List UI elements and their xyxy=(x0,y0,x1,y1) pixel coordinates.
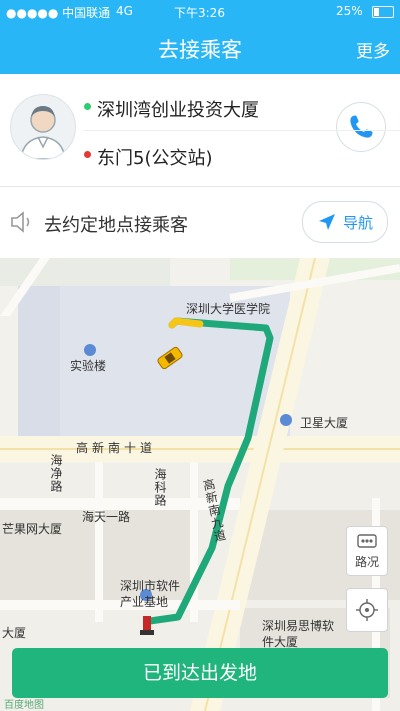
navigate-button[interactable]: 导航 xyxy=(302,201,388,243)
pickup-dot xyxy=(84,103,91,110)
traffic-label: 路况 xyxy=(355,555,380,569)
phone-icon xyxy=(350,115,373,138)
dropoff-address: 东门5(公交站) xyxy=(97,148,213,169)
navigation-arrow-icon xyxy=(319,214,335,230)
navigate-label: 导航 xyxy=(343,214,374,232)
call-button[interactable] xyxy=(336,102,386,152)
map-label-haike-road: 海科路 xyxy=(153,468,167,507)
battery-percent: 25% xyxy=(336,4,363,18)
dropoff-dot xyxy=(84,151,91,158)
instruction-row: 去约定地点接乘客 导航 xyxy=(0,187,400,257)
map-label-lab-building: 实验楼 xyxy=(70,359,107,373)
map-label-yisi-building: 深圳易思博软件大厦 xyxy=(262,619,335,649)
trip-card: 深圳湾创业投资大厦 东门5(公交站) xyxy=(0,74,400,187)
locate-icon xyxy=(356,599,378,621)
divider xyxy=(84,130,400,131)
speaker-icon[interactable] xyxy=(10,211,36,233)
clock: 下午3:26 xyxy=(174,6,225,20)
map-label-mangguo-building: 芒果网大厦 xyxy=(2,522,63,536)
more-button[interactable]: 更多 xyxy=(356,37,390,62)
map-label-medical-college: 深圳大学医学院 xyxy=(186,302,271,316)
network-label: 4G xyxy=(116,4,133,18)
map-label-dasha: 大厦 xyxy=(2,626,27,640)
locate-button[interactable] xyxy=(346,588,388,632)
map-label-software-base: 深圳市软件产业基地 xyxy=(120,579,181,609)
map-label-gaoxin-south-10: 高新南十道 xyxy=(76,441,157,455)
page-title: 去接乘客 xyxy=(158,38,242,62)
map-label-haijing-road: 海净路 xyxy=(49,454,63,493)
map-label-haitian-1: 海天一路 xyxy=(82,510,131,524)
map-logo: 百度地图 xyxy=(4,700,44,711)
battery-icon xyxy=(372,6,394,18)
person-icon xyxy=(20,106,66,159)
map[interactable]: 深圳大学医学院 实验楼 卫星大厦 高新南十道 海净路 海科路 海天一路 芒果网大… xyxy=(0,258,400,711)
instruction-text: 去约定地点接乘客 xyxy=(44,215,188,236)
carrier-label: ●●●●● 中国联通 xyxy=(6,6,111,20)
traffic-toggle[interactable]: 路况 xyxy=(346,526,388,576)
status-bar: ●●●●● 中国联通 4G 下午3:26 25% xyxy=(0,0,400,22)
traffic-icon xyxy=(357,534,377,548)
map-label-satellite-building: 卫星大厦 xyxy=(300,416,349,430)
arrived-button[interactable]: 已到达出发地 xyxy=(12,648,388,698)
passenger-avatar[interactable] xyxy=(10,94,76,160)
pickup-address: 深圳湾创业投资大厦 xyxy=(97,100,259,121)
nav-bar: 去接乘客 更多 xyxy=(0,22,400,74)
